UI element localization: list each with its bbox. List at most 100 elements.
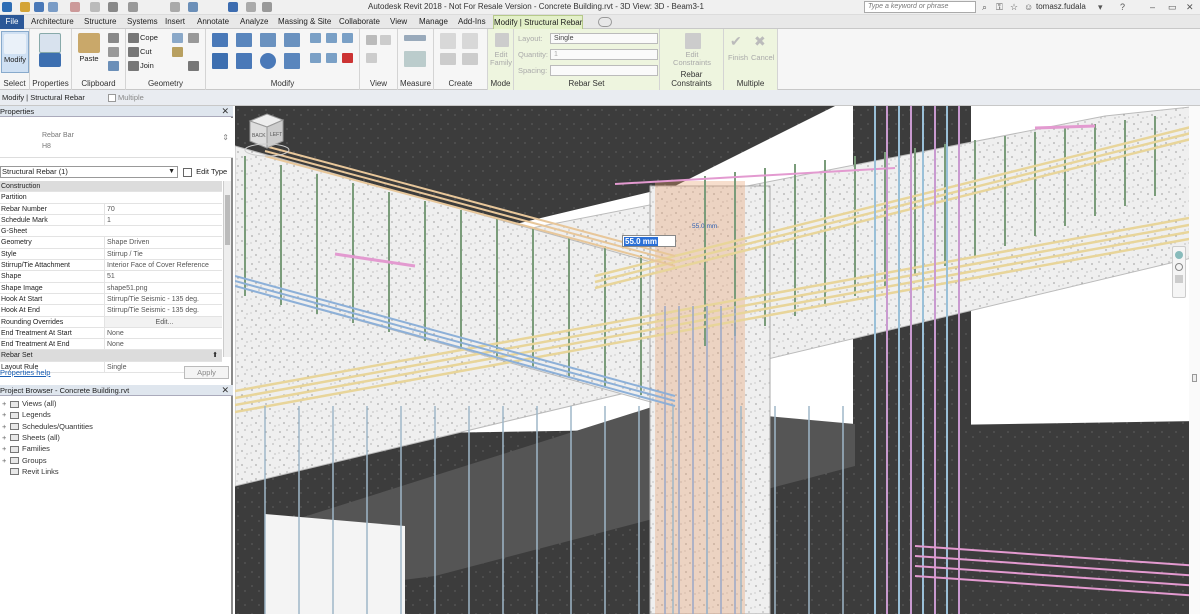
multiple-checkbox[interactable] [108,94,116,102]
zoom-icon[interactable] [1175,263,1183,271]
favorite-icon[interactable]: ☆ [1010,2,1018,12]
quantity-field[interactable]: 1 [550,49,658,60]
property-category[interactable]: Rebar Set ⬆ [0,350,222,362]
split-face-icon[interactable] [188,33,199,43]
finish-button[interactable]: Finish [728,53,748,62]
array-icon[interactable] [310,53,321,63]
ribbon-toggle-icon[interactable] [598,17,612,27]
properties-scrollbar[interactable] [223,181,231,357]
property-row[interactable]: Hook At Start Stirrup/Tie Seismic - 135 d… [0,293,222,306]
rotate-icon[interactable] [260,53,276,69]
property-row[interactable]: Shape Image shape51.png [0,282,222,294]
apply-button[interactable]: Apply [184,366,229,379]
tab-collaborate[interactable]: Collaborate [339,16,380,28]
cut-button[interactable]: Cut [140,47,152,56]
tab-addins[interactable]: Add-Ins [458,16,486,28]
cope-button[interactable]: Cope [140,33,158,42]
create-parts-icon[interactable] [462,33,478,49]
tab-analyze[interactable]: Analyze [240,16,268,28]
property-row[interactable]: Style Stirrup / Tie [0,248,222,261]
property-category[interactable]: Construction [0,181,222,193]
help-icon[interactable]: ? [1120,2,1125,12]
type-scroll-icon[interactable]: ⇕ [222,133,229,142]
thin-lines-icon[interactable] [228,2,238,12]
property-value[interactable]: 51 [104,271,222,282]
properties-close-icon[interactable]: ✕ [221,106,229,117]
browser-item[interactable]: Revit Links [2,467,59,477]
sync-icon[interactable] [48,2,58,12]
demolish-icon[interactable] [188,61,199,71]
expand-icon[interactable]: + [2,422,9,432]
expand-icon[interactable]: + [2,399,9,409]
property-row[interactable]: Rounding Overrides Edit... [0,316,222,328]
tab-architecture[interactable]: Architecture [31,16,74,28]
edit-constraints-icon[interactable] [685,33,701,49]
print-icon[interactable] [108,2,118,12]
browser-item[interactable]: + Schedules/Quantities [2,422,93,432]
property-value[interactable]: Interior Face of Cover Reference [104,260,222,271]
property-value[interactable]: None [104,327,222,339]
browser-item[interactable]: + Groups [2,456,47,466]
delete-icon[interactable] [342,53,353,63]
browser-item[interactable]: + Families [2,444,50,454]
cart-icon[interactable]: ▾ [1098,2,1103,12]
collapse-icon[interactable]: ⬆ [212,350,218,360]
property-row[interactable]: Schedule Mark 1 [0,214,222,227]
tab-annotate[interactable]: Annotate [197,16,229,28]
property-row[interactable]: Geometry Shape Driven [0,237,222,249]
viewcube[interactable]: BACK LEFT [235,106,295,161]
cut-geometry-icon[interactable] [128,47,139,57]
create-similar-icon[interactable] [462,53,478,65]
undo-icon[interactable] [70,2,80,12]
tab-structure[interactable]: Structure [84,16,116,28]
property-row[interactable]: Hook At End Stirrup/Tie Seismic - 135 deg… [0,305,222,317]
redo-icon[interactable] [90,2,100,12]
dimension-edit-box[interactable]: 55.0 mm [622,235,676,247]
maximize-icon[interactable]: ▭ [1168,2,1177,12]
property-row[interactable]: Partition [0,192,222,204]
steering-wheel-icon[interactable] [1175,251,1183,259]
user-icon[interactable]: ☺ [1024,2,1033,12]
property-value[interactable]: Stirrup/Tie Seismic - 135 deg. [104,305,222,316]
property-value[interactable]: shape51.png [104,282,222,293]
property-row[interactable]: End Treatment At End None [0,339,222,351]
tab-modify-structural-rebar[interactable]: Modify | Structural Rebar [493,15,583,29]
trim-extend-icon[interactable] [284,53,300,69]
properties-help-link[interactable]: Properties help [0,368,50,377]
close-icon[interactable]: ✕ [1186,2,1194,12]
property-value[interactable]: Stirrup/Tie Seismic - 135 deg. [104,293,222,305]
tab-view[interactable]: View [390,16,407,28]
type-selector[interactable]: Structural Rebar (1) ▼ [0,166,178,178]
linework-icon[interactable] [366,53,377,63]
save-icon[interactable] [34,2,44,12]
binoculars-icon[interactable]: ⌕ [982,2,987,12]
extend-icon[interactable] [342,33,353,43]
hide-element-icon[interactable] [366,35,377,45]
user-name[interactable]: tomasz.fudala [1036,2,1086,11]
subscription-icon[interactable]: ⚿ [996,2,1003,12]
browser-item[interactable]: + Views (all) [2,399,56,409]
property-row[interactable]: Rebar Number 70 [0,203,222,215]
mirror-axis-icon[interactable] [260,33,276,47]
spacing-field[interactable] [550,65,658,76]
select-dropdown[interactable]: Select [0,79,29,88]
viewport-scroll-thumb[interactable] [1192,374,1197,382]
match-properties-icon[interactable] [108,61,119,71]
measure-between-icon[interactable] [404,35,426,41]
cope-icon[interactable] [128,33,139,43]
cut-icon[interactable] [108,33,119,43]
wall-joins-icon[interactable] [172,33,183,43]
property-value[interactable]: Shape Driven [104,237,222,248]
dimension-icon[interactable] [404,51,426,67]
create-group-icon[interactable] [440,53,456,65]
text-icon[interactable] [170,2,180,12]
switch-windows-icon[interactable] [262,2,272,12]
property-row[interactable]: End Treatment At Start None [0,327,222,340]
join-button[interactable]: Join [140,61,154,70]
expand-icon[interactable]: + [2,410,9,420]
trim-icon[interactable] [326,33,337,43]
rebar-model-scene[interactable] [235,106,1200,614]
property-row[interactable]: Shape 51 [0,271,222,283]
browser-item[interactable]: + Sheets (all) [2,433,60,443]
search-input[interactable]: Type a keyword or phrase [864,1,976,13]
